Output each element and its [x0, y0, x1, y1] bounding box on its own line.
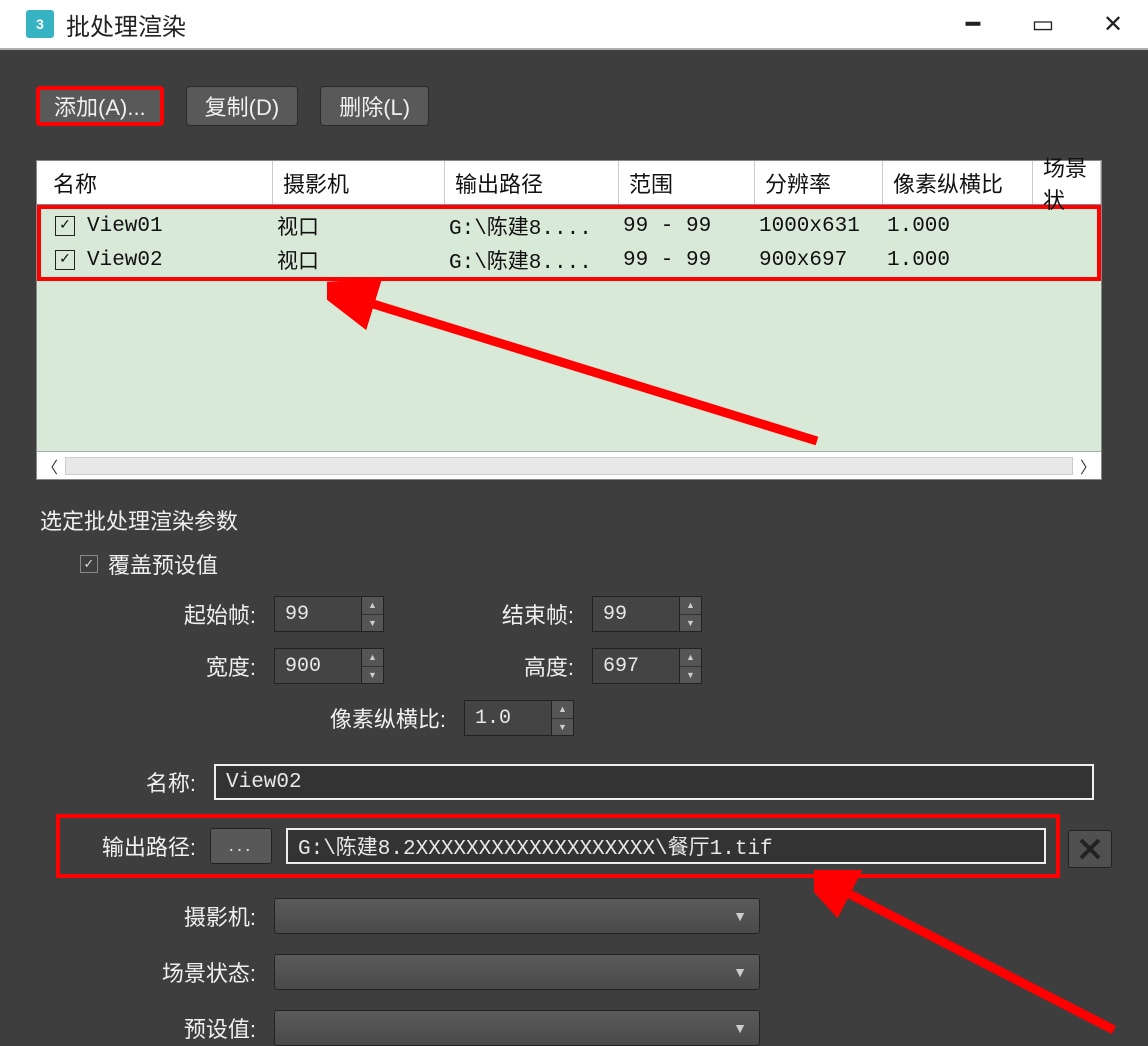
header-camera[interactable]: 摄影机	[273, 161, 445, 204]
scroll-track[interactable]	[65, 457, 1073, 475]
cell-resolution: 1000x631	[759, 215, 887, 238]
camera-label: 摄影机:	[92, 900, 256, 932]
header-range[interactable]: 范围	[619, 161, 755, 204]
override-label: 覆盖预设值	[108, 548, 218, 580]
app-icon: 3	[26, 10, 54, 38]
start-frame-label: 起始帧:	[92, 598, 256, 630]
width-input[interactable]: 900	[274, 648, 362, 684]
cell-name: View01	[87, 215, 277, 238]
delete-button[interactable]: 删除(L)	[320, 86, 429, 126]
spinner-buttons[interactable]: ▲▼	[680, 596, 702, 632]
minimize-button[interactable]: ━	[938, 0, 1008, 48]
spinner-buttons[interactable]: ▲▼	[680, 648, 702, 684]
cell-range: 99 - 99	[623, 215, 759, 238]
horizontal-scrollbar[interactable]: 〈 〉	[37, 451, 1101, 479]
header-resolution[interactable]: 分辨率	[755, 161, 883, 204]
row-checkbox[interactable]: ✓	[55, 216, 75, 236]
height-label: 高度:	[480, 650, 574, 682]
pixel-ratio-label: 像素纵横比:	[306, 702, 446, 734]
cell-camera: 视口	[277, 211, 449, 241]
header-scene[interactable]: 场景状	[1033, 161, 1101, 204]
camera-dropdown[interactable]: ▼	[274, 898, 760, 934]
name-input[interactable]: View02	[214, 764, 1094, 800]
height-input[interactable]: 697	[592, 648, 680, 684]
preset-dropdown[interactable]: ▼	[274, 1010, 760, 1046]
width-label: 宽度:	[92, 650, 256, 682]
maximize-button[interactable]: ▭	[1008, 0, 1078, 48]
start-frame-input[interactable]: 99	[274, 596, 362, 632]
preset-label: 预设值:	[92, 1012, 256, 1044]
pixel-ratio-input[interactable]: 1.0	[464, 700, 552, 736]
cell-pixel-ratio: 1.000	[887, 249, 1037, 272]
titlebar: 3 批处理渲染 ━ ▭ ✕	[0, 0, 1148, 50]
cell-output: G:\陈建8....	[449, 245, 623, 275]
cell-resolution: 900x697	[759, 249, 887, 272]
clear-path-button[interactable]	[1068, 830, 1112, 868]
section-label: 选定批处理渲染参数	[40, 504, 1112, 536]
cell-name: View02	[87, 249, 277, 272]
window-title: 批处理渲染	[66, 7, 186, 42]
copy-button[interactable]: 复制(D)	[186, 86, 299, 126]
add-button[interactable]: 添加(A)...	[36, 86, 164, 126]
scroll-right-icon[interactable]: 〉	[1075, 454, 1101, 478]
scene-state-label: 场景状态:	[92, 956, 256, 988]
toolbar: 添加(A)... 复制(D) 删除(L)	[36, 86, 1112, 126]
end-frame-label: 结束帧:	[480, 598, 574, 630]
list-row[interactable]: ✓ View01 视口 G:\陈建8.... 99 - 99 1000x631 …	[41, 209, 1097, 243]
list-row[interactable]: ✓ View02 视口 G:\陈建8.... 99 - 99 900x697 1…	[41, 243, 1097, 277]
output-path-input[interactable]: G:\陈建8.2XXXXXXXXXXXXXXXXXXX\餐厅1.tif	[286, 828, 1046, 864]
scroll-left-icon[interactable]: 〈	[37, 454, 63, 478]
end-frame-input[interactable]: 99	[592, 596, 680, 632]
annotation-arrow-icon	[814, 870, 1134, 1040]
header-pixel-ratio[interactable]: 像素纵横比	[883, 161, 1033, 204]
cell-pixel-ratio: 1.000	[887, 215, 1037, 238]
list-empty-area	[37, 281, 1101, 451]
cell-range: 99 - 99	[623, 249, 759, 272]
cell-output: G:\陈建8....	[449, 211, 623, 241]
spinner-buttons[interactable]: ▲▼	[362, 648, 384, 684]
browse-button[interactable]: ...	[210, 828, 272, 864]
list-header: 名称 摄影机 输出路径 范围 分辨率 像素纵横比 场景状	[37, 161, 1101, 205]
output-path-row: 输出路径: ... G:\陈建8.2XXXXXXXXXXXXXXXXXXX\餐厅…	[56, 814, 1060, 878]
override-checkbox[interactable]: ✓	[80, 555, 98, 573]
name-label: 名称:	[92, 766, 196, 798]
close-icon	[1078, 837, 1102, 861]
annotation-arrow-icon	[327, 281, 847, 451]
scene-state-dropdown[interactable]: ▼	[274, 954, 760, 990]
spinner-buttons[interactable]: ▲▼	[362, 596, 384, 632]
row-checkbox[interactable]: ✓	[55, 250, 75, 270]
close-button[interactable]: ✕	[1078, 0, 1148, 48]
header-name[interactable]: 名称	[37, 161, 273, 204]
render-list: 名称 摄影机 输出路径 范围 分辨率 像素纵横比 场景状 ✓ View01 视口…	[36, 160, 1102, 480]
spinner-buttons[interactable]: ▲▼	[552, 700, 574, 736]
cell-camera: 视口	[277, 245, 449, 275]
output-path-label: 输出路径:	[92, 830, 196, 862]
header-output[interactable]: 输出路径	[445, 161, 619, 204]
